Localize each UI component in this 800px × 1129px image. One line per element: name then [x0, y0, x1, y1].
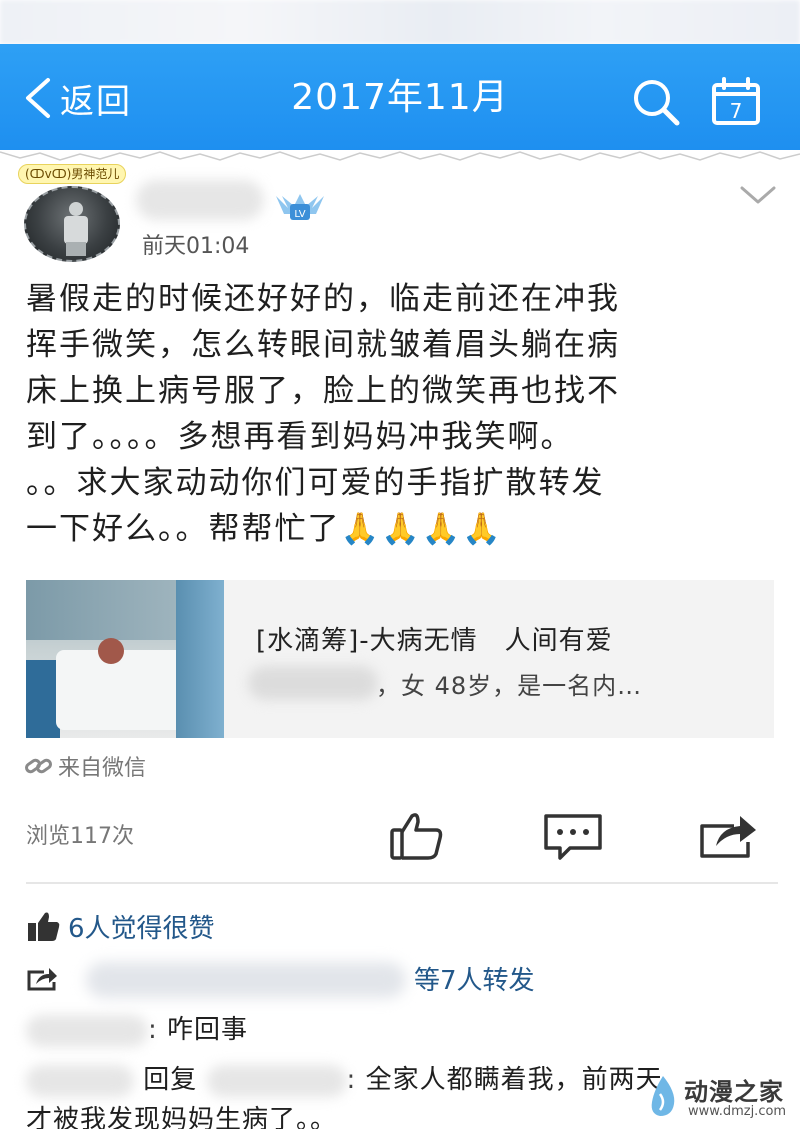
reply-label: 回复 — [143, 1065, 198, 1095]
link-desc-blurred — [248, 666, 378, 700]
calendar-day: 7 — [730, 99, 743, 123]
avatar[interactable] — [24, 186, 120, 262]
link-description: ，女 48岁，是一名内… — [376, 672, 643, 700]
thumbs-up-icon[interactable] — [384, 808, 450, 864]
calendar-icon[interactable]: 7 — [708, 76, 764, 128]
forwards-summary[interactable]: 等7人转发 — [26, 958, 786, 1000]
torn-edge — [0, 151, 800, 161]
divider — [26, 882, 778, 884]
watermark-logo-icon — [651, 1076, 675, 1116]
view-count: 浏览117次 — [26, 824, 134, 849]
forwards-text: 等7人转发 — [414, 966, 535, 996]
comment-item[interactable]: : 咋回事 — [26, 1010, 248, 1050]
avatar-badge: (ↀvↀ)男神范儿 — [18, 164, 127, 184]
shared-link-card[interactable]: [水滴筹]-大病无情 人间有爱 ，女 48岁，是一名内… — [26, 580, 774, 738]
likes-text: 6人觉得很赞 — [68, 914, 215, 944]
status-bar — [0, 0, 800, 44]
link-icon — [25, 758, 52, 774]
link-title: [水滴筹]-大病无情 人间有爱 — [256, 626, 613, 656]
commenter-blurred — [26, 1014, 148, 1047]
source-text: 来自微信 — [58, 756, 147, 781]
post-line-6: 一下好么。。帮帮忙了 — [26, 511, 341, 547]
post-line-3: 床上换上病号服了，脸上的微笑再也找不 — [26, 373, 620, 409]
forward-users-blurred — [86, 962, 406, 998]
pray-emoji: 🙏🙏🙏🙏 — [340, 511, 503, 547]
link-thumbnail — [26, 580, 224, 738]
commenter-blurred — [26, 1064, 134, 1097]
chevron-down-icon[interactable] — [738, 180, 778, 208]
thumbs-up-filled-icon — [28, 912, 60, 941]
comment-text-line2: 才被我发现妈妈生病了。。 — [26, 1105, 338, 1129]
level-badge-text: LV — [294, 209, 305, 220]
user-avatar-area[interactable]: (ↀvↀ)男神范儿 — [18, 164, 127, 264]
watermark-url: www.dmzj.com — [688, 1104, 787, 1119]
post-time: 前天01:04 — [142, 234, 250, 259]
source-label[interactable]: 来自微信 — [24, 750, 146, 782]
reply-target-blurred — [206, 1064, 347, 1097]
watermark-title: 动漫之家 — [684, 1078, 784, 1106]
comment-icon[interactable] — [540, 808, 606, 864]
search-icon[interactable] — [630, 76, 682, 128]
post-body: 暑假走的时候还好好的，临走前还在冲我 挥手微笑，怎么转眼间就皱着眉头躺在病 床上… — [26, 276, 786, 552]
share-icon[interactable] — [694, 808, 760, 864]
forward-icon — [27, 968, 57, 991]
post-line-2: 挥手微笑，怎么转眼间就皱着眉头躺在病 — [26, 327, 620, 363]
comment-text: : 咋回事 — [148, 1015, 249, 1045]
post-line-4: 到了。。。。多想再看到妈妈冲我笑啊。 — [26, 419, 574, 455]
comment-text: : 全家人都瞒着我，前两天 — [346, 1065, 663, 1095]
vip-level-icon: LV — [276, 194, 324, 220]
likes-summary[interactable]: 6人觉得很赞 — [26, 908, 215, 945]
username-blurred[interactable] — [136, 180, 264, 220]
post-line-5: 。。求大家动动你们可爱的手指扩散转发 — [26, 465, 605, 501]
top-nav-bar: 返回 2017年11月 7 — [0, 44, 800, 150]
watermark: 动漫之家 www.dmzj.com — [648, 1070, 798, 1126]
post-line-1: 暑假走的时候还好好的，临走前还在冲我 — [26, 281, 620, 317]
